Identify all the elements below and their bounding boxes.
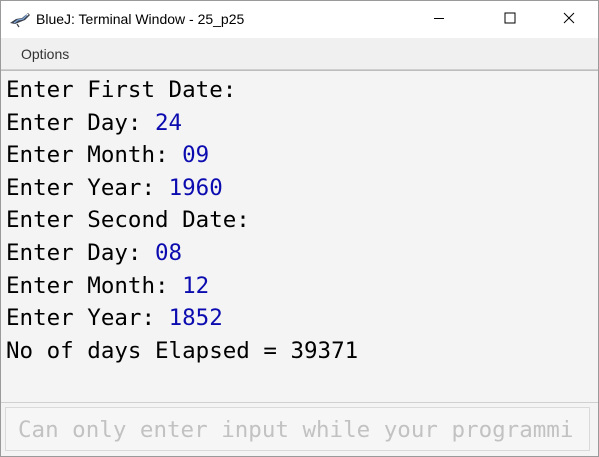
bluej-bird-icon bbox=[9, 10, 31, 28]
terminal-line: Enter Month: 12 bbox=[6, 270, 598, 303]
line-prompt: Enter First Date: bbox=[6, 77, 237, 103]
close-icon bbox=[563, 11, 575, 29]
line-prompt: Enter Month: bbox=[6, 272, 183, 299]
window-title: BlueJ: Terminal Window - 25_p25 bbox=[36, 11, 245, 27]
line-prompt: No of days Elapsed = 39371 bbox=[6, 337, 359, 364]
input-area: Can only enter input while your programm… bbox=[1, 403, 598, 456]
terminal-output[interactable]: Enter First Date: Enter Day: 24 Enter Mo… bbox=[1, 70, 598, 403]
minimize-icon bbox=[433, 11, 445, 29]
line-input: 12 bbox=[182, 272, 210, 299]
terminal-window: BlueJ: Terminal Window - 25_p25 Options … bbox=[0, 0, 599, 457]
maximize-icon bbox=[504, 11, 516, 29]
line-input: 24 bbox=[155, 109, 183, 136]
line-input: 09 bbox=[182, 142, 210, 169]
close-button[interactable] bbox=[546, 1, 592, 38]
line-prompt: Enter Month: bbox=[6, 142, 183, 169]
terminal-line: Enter Month: 09 bbox=[6, 139, 598, 172]
title-bar[interactable]: BlueJ: Terminal Window - 25_p25 bbox=[1, 1, 598, 38]
line-input: 1960 bbox=[168, 174, 223, 201]
line-prompt: Enter Year: bbox=[6, 174, 169, 201]
line-input: 08 bbox=[155, 239, 183, 266]
minimize-button[interactable] bbox=[416, 1, 462, 38]
input-placeholder: Can only enter input while your programm… bbox=[18, 417, 574, 443]
terminal-input-field[interactable]: Can only enter input while your programm… bbox=[5, 407, 590, 451]
terminal-line: Enter Day: 24 bbox=[6, 107, 598, 140]
menu-options[interactable]: Options bbox=[21, 46, 69, 62]
line-prompt: Enter Second Date: bbox=[6, 207, 250, 234]
maximize-button[interactable] bbox=[487, 1, 533, 38]
line-prompt: Enter Day: bbox=[6, 239, 156, 266]
terminal-line: No of days Elapsed = 39371 bbox=[6, 335, 598, 368]
terminal-line: Enter First Date: bbox=[6, 74, 598, 107]
line-prompt: Enter Day: bbox=[6, 109, 156, 136]
line-input: 1852 bbox=[168, 305, 223, 332]
terminal-line: Enter Day: 08 bbox=[6, 237, 598, 270]
terminal-line: Enter Year: 1852 bbox=[6, 302, 598, 335]
terminal-line: Enter Year: 1960 bbox=[6, 172, 598, 205]
terminal-line: Enter Second Date: bbox=[6, 204, 598, 237]
line-prompt: Enter Year: bbox=[6, 305, 169, 332]
menu-bar: Options bbox=[1, 38, 598, 70]
